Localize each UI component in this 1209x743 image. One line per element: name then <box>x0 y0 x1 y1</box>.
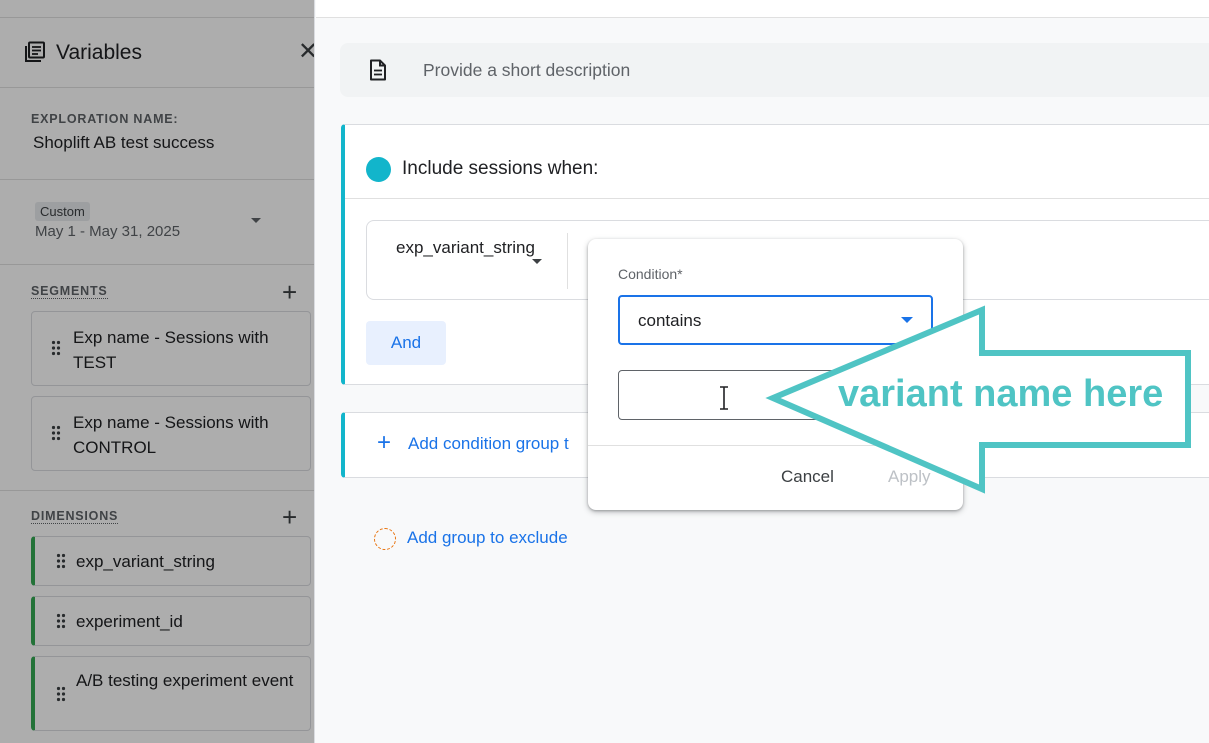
text-cursor-icon <box>720 386 728 410</box>
condition-divider <box>567 233 568 289</box>
date-range-picker[interactable]: Custom May 1 - May 31, 2025 <box>0 181 314 265</box>
annotation-label: variant name here <box>838 373 1164 415</box>
drag-handle-icon[interactable] <box>56 553 66 569</box>
dimension-item[interactable]: exp_variant_string <box>31 536 311 586</box>
segments-section: SEGMENTS + Exp name - Sessions with TEST… <box>0 266 314 491</box>
dimension-select[interactable]: exp_variant_string <box>396 235 535 260</box>
chevron-down-icon[interactable] <box>251 218 261 223</box>
main-top-strip <box>316 0 1209 18</box>
condition-select[interactable]: contains <box>618 295 933 345</box>
dimension-label: experiment_id <box>76 612 183 631</box>
drag-handle-icon[interactable] <box>56 686 66 702</box>
exploration-name-label: EXPLORATION NAME: <box>31 112 179 126</box>
date-preset-chip: Custom <box>35 202 90 221</box>
segment-label: Exp name - Sessions with TEST <box>73 328 269 372</box>
add-condition-group-label: Add condition group t <box>408 434 569 453</box>
condition-select-value: contains <box>638 311 702 330</box>
condition-label: Condition* <box>618 266 683 282</box>
description-placeholder: Provide a short description <box>423 60 631 80</box>
segment-item[interactable]: Exp name - Sessions with CONTROL <box>31 396 311 471</box>
segment-label: Exp name - Sessions with CONTROL <box>73 413 269 457</box>
cancel-button[interactable]: Cancel <box>781 467 834 487</box>
variables-panel: Variables ✕ EXPLORATION NAME: Shoplift A… <box>0 0 315 743</box>
segment-item[interactable]: Exp name - Sessions with TEST <box>31 311 311 386</box>
exploration-name-section: EXPLORATION NAME: Shoplift AB test succe… <box>0 89 314 180</box>
and-button[interactable]: And <box>366 321 446 365</box>
close-icon[interactable]: ✕ <box>298 40 314 64</box>
chevron-down-icon[interactable] <box>532 259 542 264</box>
sidebar-top-strip <box>0 0 314 18</box>
dimensions-section: DIMENSIONS + exp_variant_string experime… <box>0 491 314 743</box>
variables-header: Variables ✕ <box>0 18 314 88</box>
include-header: Include sessions when: <box>345 125 1209 199</box>
drag-handle-icon[interactable] <box>51 425 61 441</box>
popover-divider <box>588 445 963 446</box>
library-books-icon <box>25 41 45 62</box>
include-title: Include sessions when: <box>402 158 599 179</box>
dimension-label: A/B testing experiment event <box>76 671 294 690</box>
variables-title: Variables <box>56 41 142 64</box>
drag-handle-icon[interactable] <box>56 613 66 629</box>
dimension-item[interactable]: experiment_id <box>31 596 311 646</box>
chevron-down-icon[interactable] <box>901 317 913 323</box>
date-range-text: May 1 - May 31, 2025 <box>35 223 181 240</box>
dimension-item[interactable]: A/B testing experiment event <box>31 656 311 731</box>
drag-handle-icon[interactable] <box>51 340 61 356</box>
document-icon <box>370 59 386 81</box>
exclude-circle-icon <box>374 528 396 550</box>
add-dimension-icon[interactable]: + <box>282 504 297 530</box>
dimensions-label: DIMENSIONS <box>31 509 119 524</box>
description-field[interactable]: Provide a short description <box>340 43 1209 97</box>
apply-button[interactable]: Apply <box>888 467 931 487</box>
plus-icon: + <box>377 429 392 456</box>
segments-label: SEGMENTS <box>31 284 108 299</box>
dimension-label: exp_variant_string <box>76 552 215 571</box>
add-segment-icon[interactable]: + <box>282 279 297 305</box>
exploration-name-value[interactable]: Shoplift AB test success <box>33 133 214 153</box>
include-indicator-dot <box>366 157 391 182</box>
add-exclude-group-label: Add group to exclude <box>407 528 568 547</box>
